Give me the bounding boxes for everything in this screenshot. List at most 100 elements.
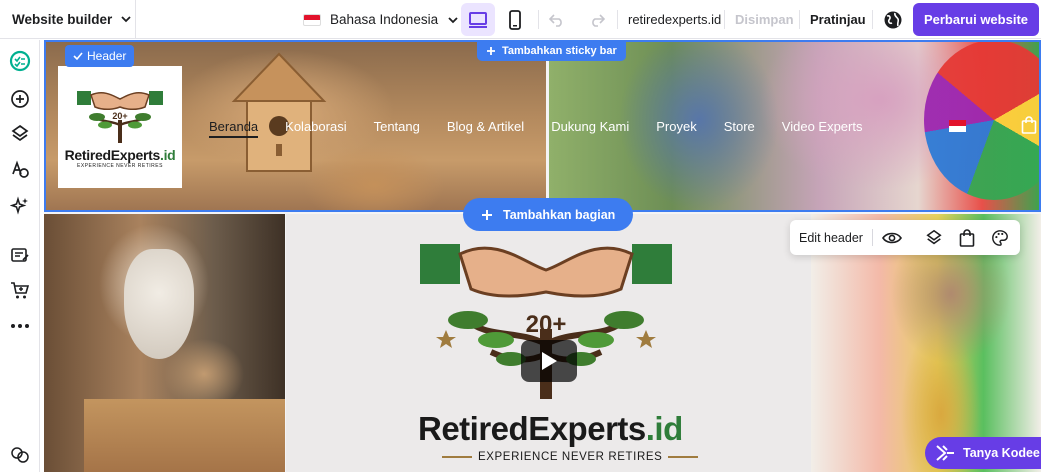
play-icon bbox=[542, 352, 557, 370]
hero-logo-name: RetiredExperts.id bbox=[418, 410, 683, 448]
shopping-bag-icon bbox=[959, 229, 975, 247]
hero-tagline: EXPERIENCE NEVER RETIRES bbox=[436, 451, 704, 463]
divider bbox=[872, 10, 873, 29]
craftsman-figure bbox=[124, 249, 194, 359]
publish-button[interactable]: Perbarui website bbox=[913, 3, 1039, 36]
globe-settings-button[interactable] bbox=[881, 8, 905, 32]
main-navigation: Beranda Kolaborasi Tentang Blog & Artike… bbox=[209, 119, 889, 138]
layers-icon bbox=[11, 124, 29, 142]
workbench bbox=[84, 399, 285, 472]
language-label: Bahasa Indonesia bbox=[330, 12, 439, 27]
nav-item-tentang[interactable]: Tentang bbox=[374, 119, 420, 138]
layers-button[interactable] bbox=[8, 122, 32, 146]
hero-logo-badge: 20+ bbox=[526, 311, 567, 338]
plus-icon bbox=[482, 209, 492, 220]
check-icon bbox=[73, 52, 83, 61]
logo-name-main: RetiredExperts bbox=[64, 147, 161, 163]
preview-button[interactable]: Pratinjau bbox=[810, 12, 866, 27]
redo-button[interactable] bbox=[585, 8, 609, 32]
blog-icon bbox=[11, 248, 29, 262]
editor-canvas[interactable]: 20+ RetiredExperts.id EXPERIENCE NEVER R… bbox=[44, 40, 1041, 472]
nav-item-kolaborasi[interactable]: Kolaborasi bbox=[285, 119, 346, 138]
nav-item-dukung-kami[interactable]: Dukung Kami bbox=[551, 119, 629, 138]
indonesia-flag-icon bbox=[303, 13, 321, 26]
store-settings-button[interactable] bbox=[957, 228, 977, 248]
site-logo[interactable]: 20+ RetiredExperts.id EXPERIENCE NEVER R… bbox=[58, 66, 182, 188]
styles-icon bbox=[12, 160, 29, 178]
logo-tagline: EXPERIENCE NEVER RETIRES bbox=[77, 163, 163, 169]
video-block[interactable]: 20+ RetiredExperts.id EXPERIENCE NEVER R… bbox=[286, 214, 811, 472]
divider bbox=[799, 10, 800, 29]
edit-header-button[interactable]: Edit header bbox=[799, 231, 863, 245]
mobile-view-button[interactable] bbox=[498, 3, 532, 36]
craftsman-photo bbox=[44, 214, 285, 472]
blog-button[interactable] bbox=[8, 243, 32, 267]
add-section-label: Tambahkan bagian bbox=[503, 207, 616, 222]
add-element-button[interactable] bbox=[8, 87, 32, 111]
help-button[interactable] bbox=[8, 443, 32, 467]
divider bbox=[872, 229, 873, 246]
ai-tools-button[interactable] bbox=[8, 194, 32, 218]
nav-item-store[interactable]: Store bbox=[724, 119, 755, 138]
ai-assistant-button[interactable]: Tanya Kodee bbox=[925, 437, 1041, 469]
logo-badge: 20+ bbox=[112, 111, 127, 121]
handshake-tree-logo-icon: 20+ bbox=[77, 91, 163, 143]
add-section-button[interactable]: Tambahkan bagian bbox=[463, 198, 634, 231]
globe-icon bbox=[884, 11, 902, 29]
add-element-icon bbox=[11, 90, 29, 108]
add-sticky-bar-button[interactable]: Tambahkan sticky bar bbox=[477, 40, 626, 61]
website-builder-menu[interactable]: Website builder bbox=[0, 0, 136, 39]
styles-button[interactable] bbox=[8, 158, 32, 182]
undo-button[interactable] bbox=[545, 8, 569, 32]
header-section[interactable]: 20+ RetiredExperts.id EXPERIENCE NEVER R… bbox=[44, 40, 1041, 212]
shopping-bag-icon[interactable] bbox=[1021, 116, 1037, 134]
language-selector[interactable]: Bahasa Indonesia bbox=[303, 0, 459, 39]
palette-icon bbox=[992, 230, 1008, 246]
store-icon bbox=[11, 282, 30, 299]
header-edit-toolbar: Edit header bbox=[790, 220, 1020, 255]
store-button[interactable] bbox=[8, 278, 32, 302]
desktop-icon bbox=[469, 11, 487, 28]
checklist-icon bbox=[9, 50, 31, 72]
video-play-button[interactable] bbox=[521, 340, 577, 382]
style-palette-button[interactable] bbox=[990, 228, 1010, 248]
domain-label[interactable]: retiredexperts.id bbox=[628, 12, 721, 27]
brand-label: Website builder bbox=[12, 11, 113, 27]
chevron-down-icon bbox=[448, 16, 458, 23]
divider bbox=[617, 10, 618, 29]
ai-tools-icon bbox=[10, 196, 28, 215]
left-sidebar bbox=[0, 40, 40, 472]
more-button[interactable] bbox=[8, 314, 32, 338]
hero-logo-name-suffix: .id bbox=[645, 410, 684, 447]
mobile-icon bbox=[509, 9, 521, 30]
layers-button[interactable] bbox=[924, 228, 944, 248]
visibility-button[interactable] bbox=[882, 228, 902, 248]
hero-logo-name-main: RetiredExperts bbox=[418, 410, 646, 447]
more-icon bbox=[11, 324, 29, 328]
desktop-view-button[interactable] bbox=[461, 3, 495, 36]
language-flag-icon[interactable] bbox=[949, 120, 966, 132]
plus-icon bbox=[487, 46, 495, 55]
chevron-down-icon bbox=[121, 16, 131, 23]
nav-item-proyek[interactable]: Proyek bbox=[656, 119, 696, 138]
logo-name-suffix: .id bbox=[159, 147, 176, 163]
nav-item-video-experts[interactable]: Video Experts bbox=[782, 119, 863, 138]
kodee-icon bbox=[936, 445, 954, 461]
nav-item-beranda[interactable]: Beranda bbox=[209, 119, 259, 138]
logo-name: RetiredExperts.id bbox=[65, 147, 176, 163]
divider bbox=[724, 10, 725, 29]
birdhouse-illustration bbox=[231, 52, 327, 172]
eye-icon bbox=[882, 232, 902, 244]
saved-status: Disimpan bbox=[735, 12, 794, 27]
divider bbox=[538, 10, 539, 29]
header-tag-label: Header bbox=[87, 49, 127, 63]
top-toolbar: Website builder Bahasa Indonesia retired… bbox=[0, 0, 1041, 39]
checklist-button[interactable] bbox=[8, 49, 32, 73]
add-sticky-bar-label: Tambahkan sticky bar bbox=[502, 44, 617, 57]
layers-icon bbox=[926, 229, 942, 245]
ai-assistant-label: Tanya Kodee bbox=[963, 446, 1040, 460]
undo-icon bbox=[549, 14, 562, 27]
header-tag[interactable]: Header bbox=[65, 45, 135, 67]
nav-item-blog[interactable]: Blog & Artikel bbox=[447, 119, 524, 138]
redo-icon bbox=[592, 14, 605, 27]
